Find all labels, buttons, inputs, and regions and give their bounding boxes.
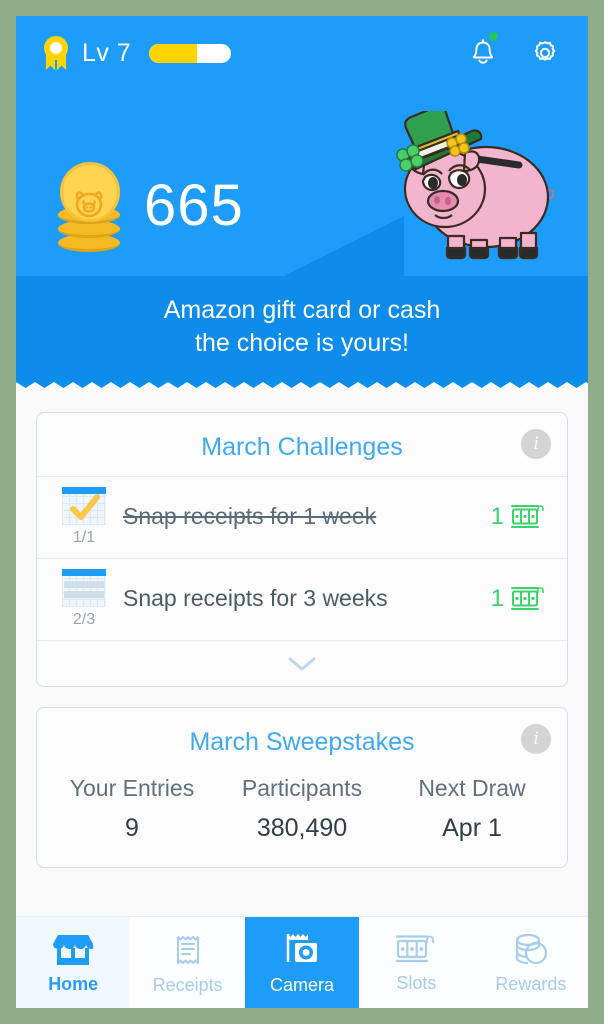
header-actions (466, 32, 562, 70)
challenge-icon-group: 2/3 (53, 568, 115, 629)
challenge-label: Snap receipts for 1 week (123, 503, 377, 529)
sweepstakes-card: March Sweepstakes i Your Entries 9 Parti… (36, 707, 568, 868)
nav-item-receipts[interactable]: Receipts (130, 917, 245, 1008)
slot-machine-icon (511, 586, 544, 610)
challenges-title: March Challenges (201, 433, 403, 461)
slot-machine-icon (511, 504, 544, 528)
main-content: March Challenges i 1/1 Snap receipts for… (16, 388, 588, 916)
promo-banner: Amazon gift card or cash the choice is y… (16, 276, 588, 375)
challenges-card-header: March Challenges i (37, 413, 567, 476)
receipt-zigzag-edge (16, 375, 588, 388)
header-toolbar: Lv 7 (16, 16, 588, 90)
challenges-expand-button[interactable] (37, 640, 567, 686)
nav-label: Receipts (152, 974, 223, 995)
challenge-label: Snap receipts for 3 weeks (123, 585, 388, 611)
promo-banner-line1: Amazon gift card or cash (163, 296, 441, 324)
slot-machine-icon (396, 934, 435, 962)
coin-stack-icon (515, 933, 547, 964)
stat-participants: Participants 380,490 (217, 775, 387, 843)
nav-label: Home (48, 973, 99, 994)
promo-banner-line2: the choice is yours! (195, 328, 409, 357)
level-group[interactable]: Lv 7 (42, 36, 232, 70)
nav-item-camera[interactable]: Camera (244, 917, 360, 1008)
stat-value: 9 (125, 814, 139, 842)
challenge-progress: 1/1 (72, 528, 96, 546)
level-progress-fill (149, 43, 197, 63)
receipt-icon (176, 935, 199, 964)
notification-dot (489, 32, 498, 41)
camera-icon (286, 933, 318, 962)
notifications-button[interactable] (466, 32, 500, 70)
storefront-icon (53, 934, 94, 965)
calendar-check-icon (62, 486, 106, 525)
challenge-progress: 2/3 (72, 610, 96, 628)
stat-label: Participants (241, 775, 363, 801)
challenges-info-icon[interactable]: i (521, 429, 551, 459)
stat-next-draw: Next Draw Apr 1 (387, 775, 557, 843)
nav-item-slots[interactable]: Slots (359, 917, 474, 1008)
sweepstakes-info-icon[interactable]: i (521, 724, 551, 754)
gear-icon (534, 41, 556, 61)
challenges-card: March Challenges i 1/1 Snap receipts for… (36, 412, 568, 687)
settings-button[interactable] (528, 36, 562, 70)
challenge-row[interactable]: 1/1 Snap receipts for 1 week 1 (37, 476, 567, 558)
points-display: 665 (50, 156, 244, 256)
bell-icon (472, 39, 494, 64)
challenge-reward: 1 (491, 585, 551, 613)
stat-value: Apr 1 (442, 814, 502, 842)
challenge-reward: 1 (491, 503, 551, 531)
nav-item-rewards[interactable]: Rewards (473, 917, 588, 1008)
challenge-icon-group: 1/1 (53, 486, 115, 547)
stat-your-entries: Your Entries 9 (47, 775, 217, 843)
level-label: Lv 7 (82, 38, 132, 67)
nav-label: Camera (270, 974, 335, 995)
chevron-down-icon (288, 657, 316, 670)
challenge-reward-count: 1 (490, 502, 504, 530)
points-value: 665 (144, 173, 244, 238)
rosette-badge-icon (42, 36, 70, 70)
sweepstakes-stats: Your Entries 9 Participants 380,490 Next… (37, 771, 567, 867)
level-progress-bar (149, 43, 232, 63)
piggy-bank-leprechaun-icon (396, 111, 555, 260)
stat-label: Your Entries (69, 775, 195, 801)
nav-label: Rewards (495, 973, 567, 994)
nav-label: Slots (396, 972, 437, 993)
coin-stack-icon (50, 156, 128, 256)
stat-label: Next Draw (418, 775, 526, 801)
sweepstakes-title: March Sweepstakes (189, 728, 415, 756)
sweepstakes-card-header: March Sweepstakes i (37, 708, 567, 771)
challenge-row[interactable]: 2/3 Snap receipts for 3 weeks 1 (37, 558, 567, 640)
calendar-progress-icon (62, 568, 106, 607)
bottom-navigation: Home Receipts Camera Slots Rewards (16, 916, 588, 1008)
header-panel: Lv 7 665 (16, 16, 588, 276)
nav-item-home[interactable]: Home (16, 917, 131, 1008)
pig-face-icon (75, 191, 103, 218)
challenge-reward-count: 1 (490, 584, 504, 612)
app-window: Lv 7 665 Amazon gift card or cash the ch… (16, 16, 588, 1008)
stat-value: 380,490 (256, 814, 348, 842)
checkmark-icon (70, 493, 100, 520)
